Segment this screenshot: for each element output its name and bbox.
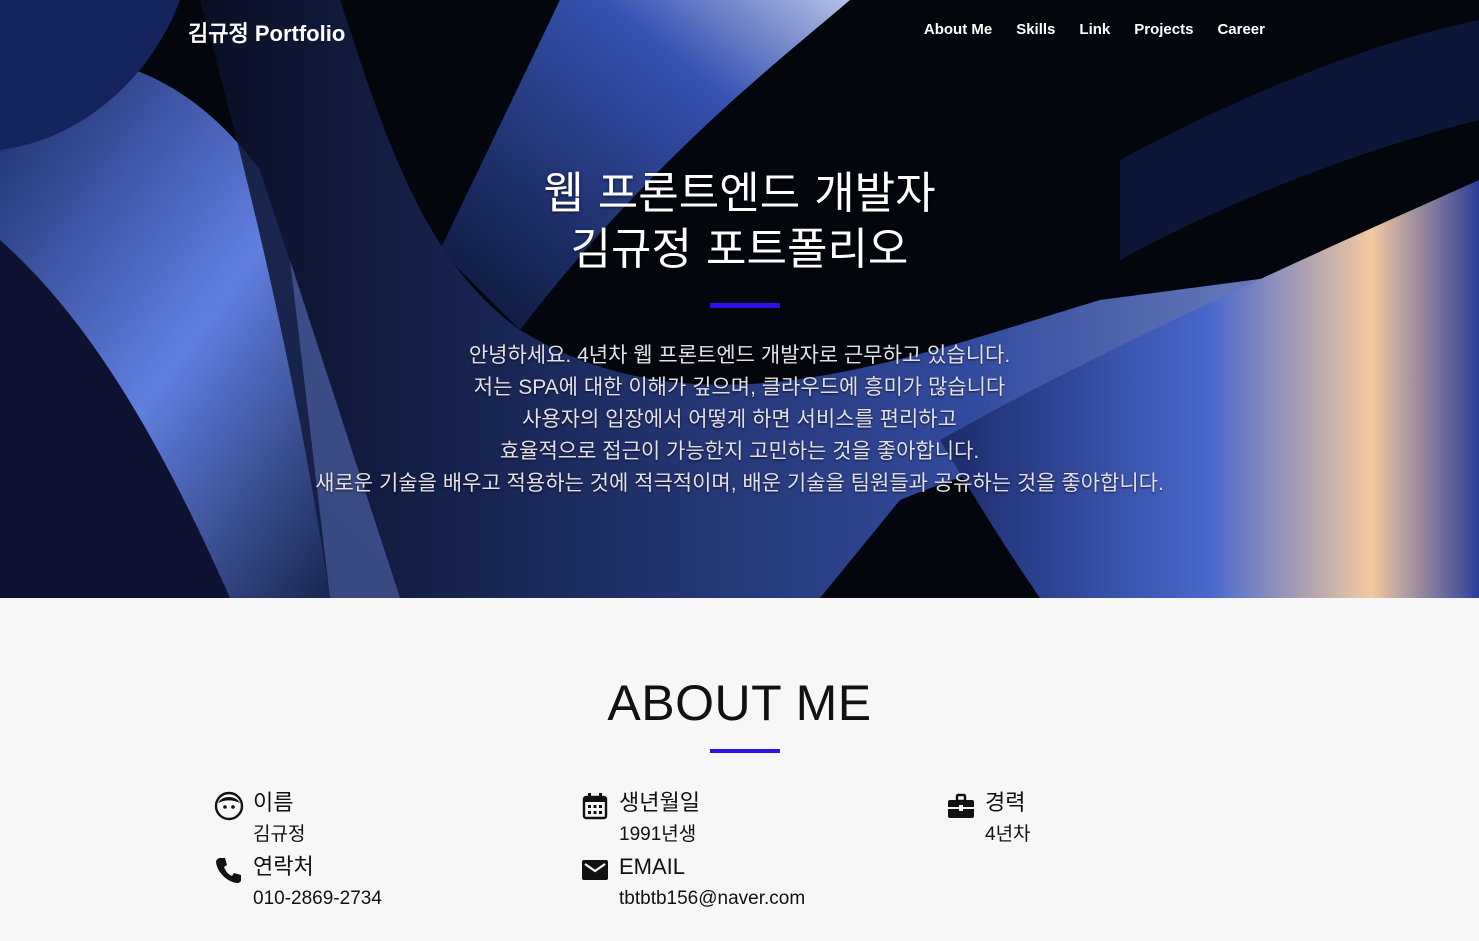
info-phone: 연락처 010-2869-2734 [213, 852, 382, 914]
info-label: 생년월일 [619, 790, 700, 815]
intro-line: 저는 SPA에 대한 이해가 깊으며, 클라우드에 흥미가 많습니다 [473, 376, 1006, 399]
intro-line: 새로운 기술을 배우고 적용하는 것에 적극적이며, 배운 기술을 팀원들과 공… [315, 472, 1164, 495]
info-career: 경력 4년차 [945, 788, 1031, 850]
info-label: 연락처 [253, 854, 314, 879]
calendar-icon [579, 790, 611, 822]
nav-link-link[interactable]: Link [1079, 21, 1110, 38]
info-label: 경력 [985, 790, 1026, 815]
about-me-section: ABOUT ME 이름 김규정 생년월일 1991년생 경력 4년차 연락처 0… [0, 598, 1479, 941]
mail-icon [579, 854, 611, 886]
nav-link-career[interactable]: Career [1217, 21, 1265, 38]
hero-title: 웹 프론트엔드 개발자 김규정 포트폴리오 [0, 166, 1479, 278]
brand-logo-link[interactable]: 김규정 Portfolio [188, 16, 345, 48]
nav-menu: About Me Skills Link Projects Career [924, 21, 1265, 38]
briefcase-icon [945, 790, 977, 822]
intro-line: 사용자의 입장에서 어떻게 하면 서비스를 편리하고 [522, 408, 957, 431]
hero-intro-text: 안녕하세요. 4년차 웹 프론트엔드 개발자로 근무하고 있습니다. 저는 SP… [0, 340, 1479, 500]
info-name: 이름 김규정 [213, 788, 305, 850]
section-title: ABOUT ME [607, 675, 872, 731]
hero-background-image [0, 0, 1479, 598]
nav-link-projects[interactable]: Projects [1134, 21, 1193, 38]
info-value[interactable]: tbtbtb156@naver.com [619, 884, 805, 914]
info-email: EMAIL tbtbtb156@naver.com [579, 852, 805, 914]
info-value: 010-2869-2734 [253, 888, 382, 909]
intro-line: 안녕하세요. 4년차 웹 프론트엔드 개발자로 근무하고 있습니다. [468, 344, 1011, 367]
hero-section: 김규정 Portfolio About Me Skills Link Proje… [0, 0, 1479, 598]
phone-icon [213, 854, 245, 886]
face-icon [213, 790, 245, 822]
hero-divider [710, 303, 780, 308]
info-label: 이름 [253, 790, 294, 815]
intro-line: 효율적으로 접근이 가능한지 고민하는 것을 좋아합니다. [499, 440, 980, 463]
hero-title-line-2: 김규정 포트폴리오 [570, 224, 909, 275]
section-divider [710, 749, 780, 753]
info-label: EMAIL [619, 854, 686, 879]
info-value: 4년차 [985, 824, 1031, 845]
nav-link-about-me[interactable]: About Me [924, 21, 992, 38]
top-navbar: 김규정 Portfolio About Me Skills Link Proje… [0, 0, 1479, 62]
nav-link-skills[interactable]: Skills [1016, 21, 1055, 38]
info-birth: 생년월일 1991년생 [579, 788, 700, 850]
info-value: 김규정 [253, 824, 306, 845]
hero-title-line-1: 웹 프론트엔드 개발자 [543, 168, 936, 219]
info-value: 1991년생 [619, 824, 697, 845]
